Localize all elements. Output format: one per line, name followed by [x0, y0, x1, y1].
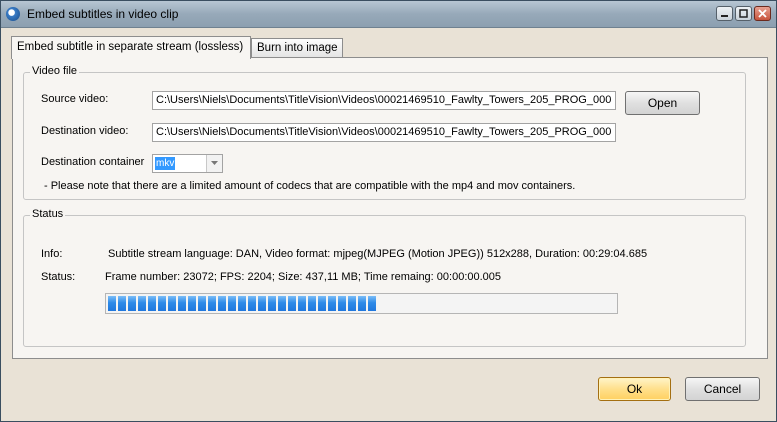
progress-segment [268, 296, 276, 311]
progress-segment [358, 296, 366, 311]
source-video-label: Source video: [41, 93, 109, 105]
progress-segment [308, 296, 316, 311]
tab-embed-separate-stream[interactable]: Embed subtitle in separate stream (lossl… [11, 36, 251, 59]
tab-panel: Video file Source video: C:\Users\Niels\… [12, 57, 768, 359]
open-button[interactable]: Open [625, 91, 700, 115]
codec-note: - Please note that there are a limited a… [44, 180, 576, 192]
minimize-button[interactable] [716, 6, 733, 21]
destination-container-select[interactable]: mkv [152, 154, 223, 173]
close-icon [758, 9, 767, 18]
progress-segment [188, 296, 196, 311]
source-video-input[interactable]: C:\Users\Niels\Documents\TitleVision\Vid… [152, 91, 616, 110]
minimize-icon [721, 15, 728, 17]
progress-segment [208, 296, 216, 311]
container-selected-value: mkv [155, 157, 176, 170]
progress-segment [368, 296, 376, 311]
progress-segment [128, 296, 136, 311]
destination-video-input[interactable]: C:\Users\Niels\Documents\TitleVision\Vid… [152, 123, 616, 142]
app-icon [6, 7, 20, 21]
progress-segment [148, 296, 156, 311]
cancel-button[interactable]: Cancel [685, 377, 760, 401]
progress-segment [278, 296, 286, 311]
destination-container-label: Destination container [41, 156, 145, 168]
window-title: Embed subtitles in video clip [27, 7, 179, 21]
progress-segment [158, 296, 166, 311]
maximize-button[interactable] [735, 6, 752, 21]
progress-segment [198, 296, 206, 311]
info-value: Subtitle stream language: DAN, Video for… [108, 248, 648, 260]
progress-segment [238, 296, 246, 311]
video-file-group-title: Video file [30, 65, 80, 77]
maximize-icon [739, 9, 748, 18]
tab-burn-into-image[interactable]: Burn into image [251, 38, 343, 58]
progress-bar [105, 293, 618, 314]
progress-segment [288, 296, 296, 311]
progress-segment [348, 296, 356, 311]
info-label: Info: [41, 248, 63, 260]
status-value: Frame number: 23072; FPS: 2204; Size: 43… [105, 271, 502, 283]
progress-segment [248, 296, 256, 311]
ok-button[interactable]: Ok [598, 377, 671, 401]
chevron-down-icon [211, 161, 218, 165]
progress-segment [118, 296, 126, 311]
progress-segment [298, 296, 306, 311]
progress-segment [318, 296, 326, 311]
progress-segment [108, 296, 116, 311]
progress-segment [338, 296, 346, 311]
status-group-title: Status [30, 208, 66, 220]
progress-segment [218, 296, 226, 311]
progress-segment [138, 296, 146, 311]
video-file-group: Video file Source video: C:\Users\Niels\… [23, 65, 746, 200]
progress-segment [178, 296, 186, 311]
dialog-window: Embed subtitles in video clip Embed subt… [0, 0, 777, 422]
progress-segment [258, 296, 266, 311]
destination-video-label: Destination video: [41, 125, 129, 137]
progress-segment [168, 296, 176, 311]
dialog-client: Embed subtitle in separate stream (lossl… [1, 28, 776, 421]
progress-segment [328, 296, 336, 311]
title-bar[interactable]: Embed subtitles in video clip [1, 1, 776, 28]
status-group: Status Info: Subtitle stream language: D… [23, 208, 746, 347]
status-label: Status: [41, 271, 76, 283]
close-button[interactable] [754, 6, 771, 21]
dropdown-arrow[interactable] [206, 155, 222, 172]
progress-segment [228, 296, 236, 311]
progress-fill [108, 296, 377, 311]
